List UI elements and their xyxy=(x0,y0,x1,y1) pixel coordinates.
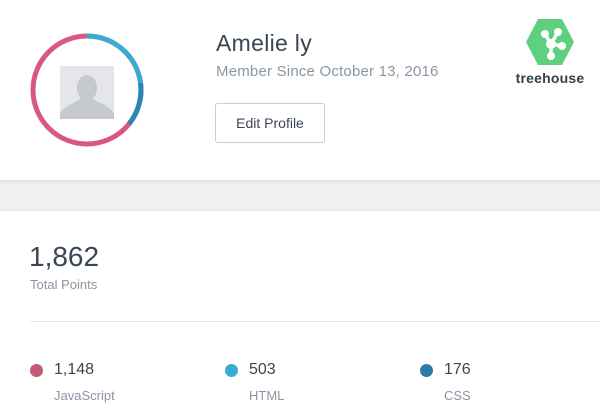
stats-card: 1,862 Total Points 1,148 JavaScript 503 … xyxy=(0,210,600,420)
total-points-value: 1,862 xyxy=(29,241,100,272)
topic-javascript[interactable]: 1,148 JavaScript xyxy=(30,361,180,411)
topic-points: 176 xyxy=(444,361,471,378)
topic-html[interactable]: 503 HTML xyxy=(225,361,375,411)
edit-profile-button[interactable]: Edit Profile xyxy=(215,103,325,143)
avatar[interactable] xyxy=(30,33,144,147)
total-points-label: Total Points xyxy=(30,277,98,292)
topic-color-dot xyxy=(420,364,433,377)
points-ring xyxy=(30,33,144,147)
member-since: Member Since October 13, 2016 xyxy=(216,63,439,80)
topic-color-dot xyxy=(30,364,43,377)
topic-name: JavaScript xyxy=(54,388,115,403)
topic-color-dot xyxy=(225,364,238,377)
profile-card: Amelie ly Member Since October 13, 2016 … xyxy=(0,0,600,181)
logo-text: treehouse xyxy=(515,70,585,86)
frog-foot-icon xyxy=(526,19,574,65)
user-silhouette-icon xyxy=(60,66,114,119)
topic-css[interactable]: 176 CSS xyxy=(420,361,570,411)
divider xyxy=(30,321,600,322)
profile-name: Amelie ly xyxy=(216,30,313,56)
topic-points: 503 xyxy=(249,361,276,378)
treehouse-logo[interactable]: treehouse xyxy=(510,18,590,94)
topic-name: CSS xyxy=(444,388,471,403)
topic-name: HTML xyxy=(249,388,285,403)
topic-points: 1,148 xyxy=(54,361,95,378)
